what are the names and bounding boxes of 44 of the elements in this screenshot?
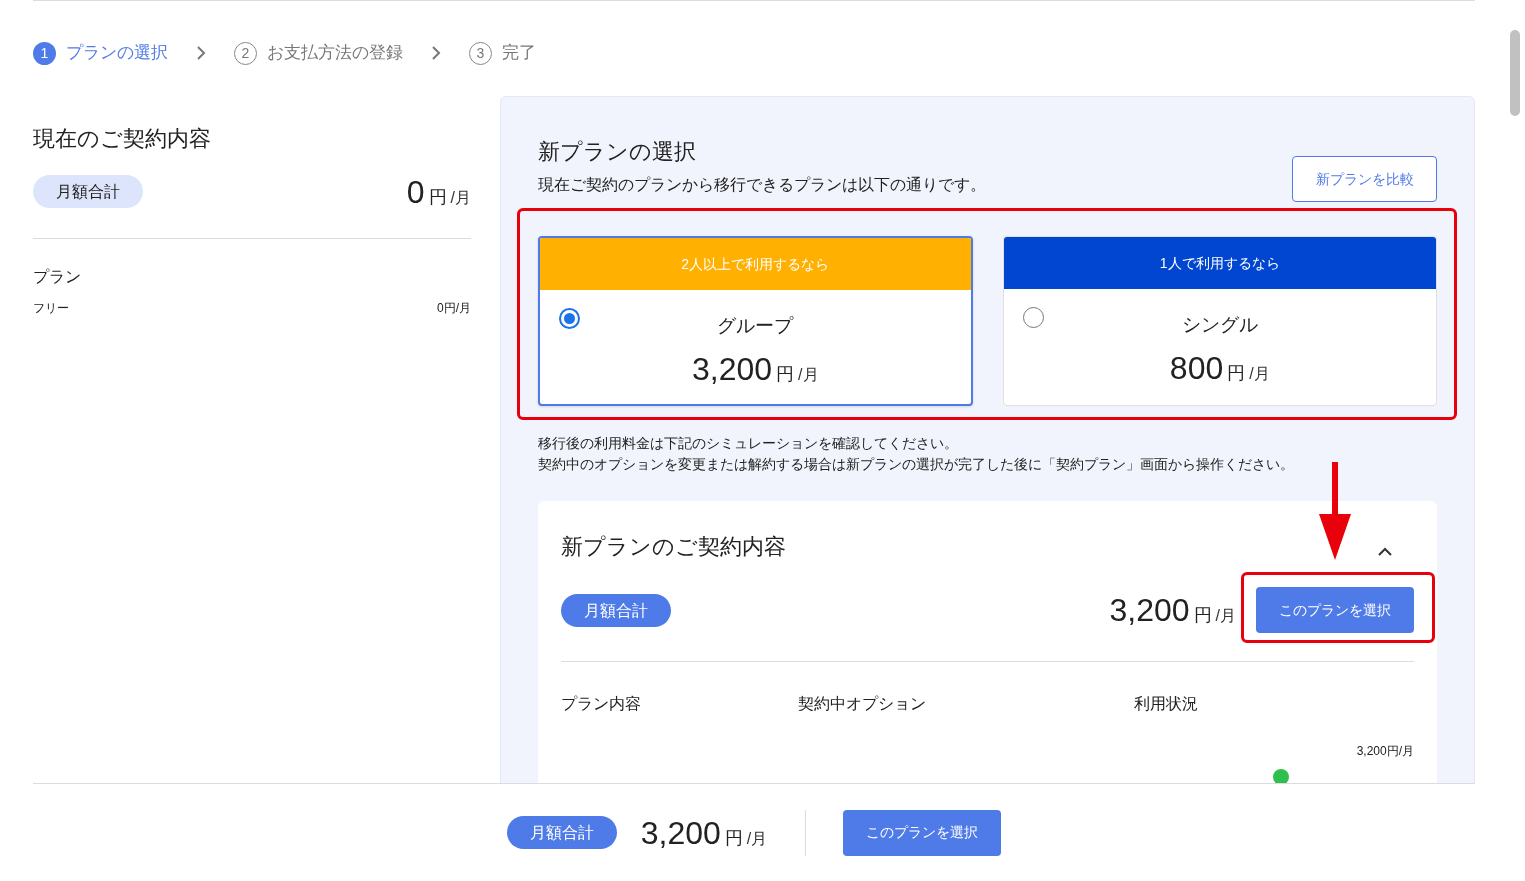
section-title: 新プランのご契約内容 <box>561 533 786 561</box>
currency-unit: 円 <box>724 828 743 847</box>
per-month-label: /月 <box>1249 365 1270 382</box>
plan-card[interactable]: 2人以上で利用するなら グループ 3,200 円 /月 <box>538 236 973 406</box>
price-amount: 800 <box>1169 351 1224 384</box>
note-text: 契約中のオプションを変更または解約する場合は新プランの選択が完了した後に「契約プラン」画面から操作ください。 <box>538 455 1295 474</box>
price-amount: 3,200 <box>1109 594 1190 626</box>
total-label: 月額合計 <box>561 593 671 627</box>
column-header: プラン内容 <box>561 694 642 714</box>
currency-unit: 円 <box>776 364 795 383</box>
description-text: 現在ご契約のプランから移行できるプランは以下の通りです。 <box>538 175 986 195</box>
currency-unit: 円 <box>1227 363 1246 382</box>
per-month-label: /月 <box>798 366 819 383</box>
price-amount: 0 <box>406 175 425 208</box>
plan-name: シングル <box>1181 313 1258 337</box>
step-label: 完了 <box>502 42 536 65</box>
column-header: 利用状況 <box>1134 694 1198 714</box>
compare-plans-button[interactable]: 新プランを比較 <box>1292 156 1437 202</box>
plan-card-header: 2人以上で利用するなら <box>540 238 971 290</box>
price-amount: 3,200 <box>640 816 721 849</box>
per-month-label: /月 <box>450 189 471 206</box>
column-header: 契約中オプション <box>798 694 927 714</box>
step-number: 1 <box>33 41 56 65</box>
usage-price: 3,200円/月 <box>1355 743 1414 760</box>
plan-card-header: 1人で利用するなら <box>1003 237 1436 289</box>
per-month-label: /月 <box>1215 608 1236 624</box>
select-plan-button[interactable]: このプランを選択 <box>843 809 1002 856</box>
note-text: 移行後の利用料金は下記のシミュレーションを確認してください。 <box>538 434 959 453</box>
currency-unit: 円 <box>1193 606 1212 624</box>
total-label: 月額合計 <box>506 816 617 849</box>
select-plan-button[interactable]: このプランを選択 <box>1256 587 1414 633</box>
total-label: 月額合計 <box>33 175 143 208</box>
plan-label: プラン <box>33 267 82 287</box>
currency-unit: 円 <box>428 187 447 206</box>
plan-card[interactable]: 1人で利用するなら シングル 800 円 /月 <box>1002 236 1437 406</box>
section-title: 現在のご契約内容 <box>33 125 212 153</box>
price-amount: 3,200 <box>692 352 773 385</box>
step-label: プランの選択 <box>66 42 168 65</box>
plan-name: フリー <box>33 300 69 317</box>
step-label: お支払方法の登録 <box>267 42 403 65</box>
section-title: 新プランの選択 <box>538 138 697 166</box>
plan-name: グループ <box>717 314 794 338</box>
per-month-label: /月 <box>746 830 768 847</box>
plan-price: 0円/月 <box>437 300 471 317</box>
